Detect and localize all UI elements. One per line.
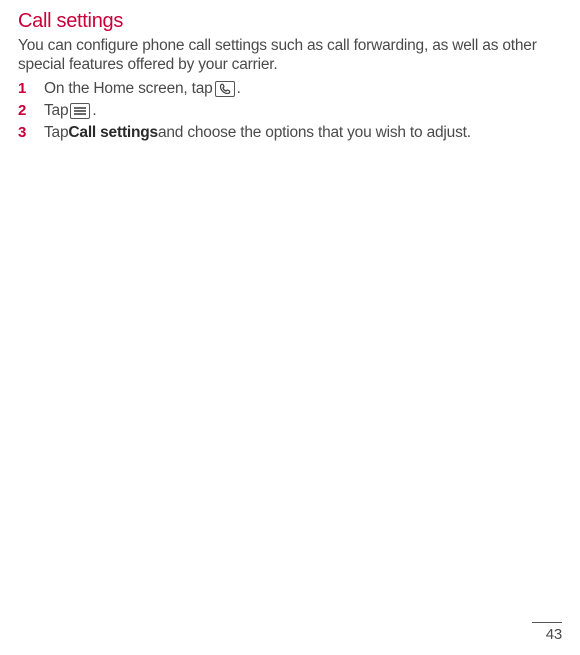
step-number: 2 xyxy=(18,101,44,121)
section-title: Call settings xyxy=(18,10,562,33)
step-1: 1 On the Home screen, tap . xyxy=(18,79,562,100)
step-text: On the Home screen, tap . xyxy=(44,79,241,100)
page-number: 43 xyxy=(546,626,562,643)
intro-paragraph: You can configure phone call settings su… xyxy=(18,36,562,75)
step-2-pre: Tap xyxy=(44,101,68,122)
menu-icon xyxy=(70,103,90,119)
step-3: 3 Tap Call settings and choose the optio… xyxy=(18,123,562,144)
step-2: 2 Tap . xyxy=(18,101,562,122)
step-3-post: and choose the options that you wish to … xyxy=(158,123,471,144)
step-1-pre: On the Home screen, tap xyxy=(44,79,213,100)
step-2-post: . xyxy=(92,101,96,122)
steps-list: 1 On the Home screen, tap . 2 Tap . xyxy=(18,79,562,144)
phone-icon xyxy=(215,81,235,97)
step-3-pre: Tap xyxy=(44,123,68,144)
step-number: 3 xyxy=(18,123,44,143)
step-number: 1 xyxy=(18,79,44,99)
step-3-bold: Call settings xyxy=(68,123,158,144)
step-text: Tap Call settings and choose the options… xyxy=(44,123,471,144)
step-1-post: . xyxy=(237,79,241,100)
step-text: Tap . xyxy=(44,101,97,122)
footer-rule xyxy=(532,622,562,623)
